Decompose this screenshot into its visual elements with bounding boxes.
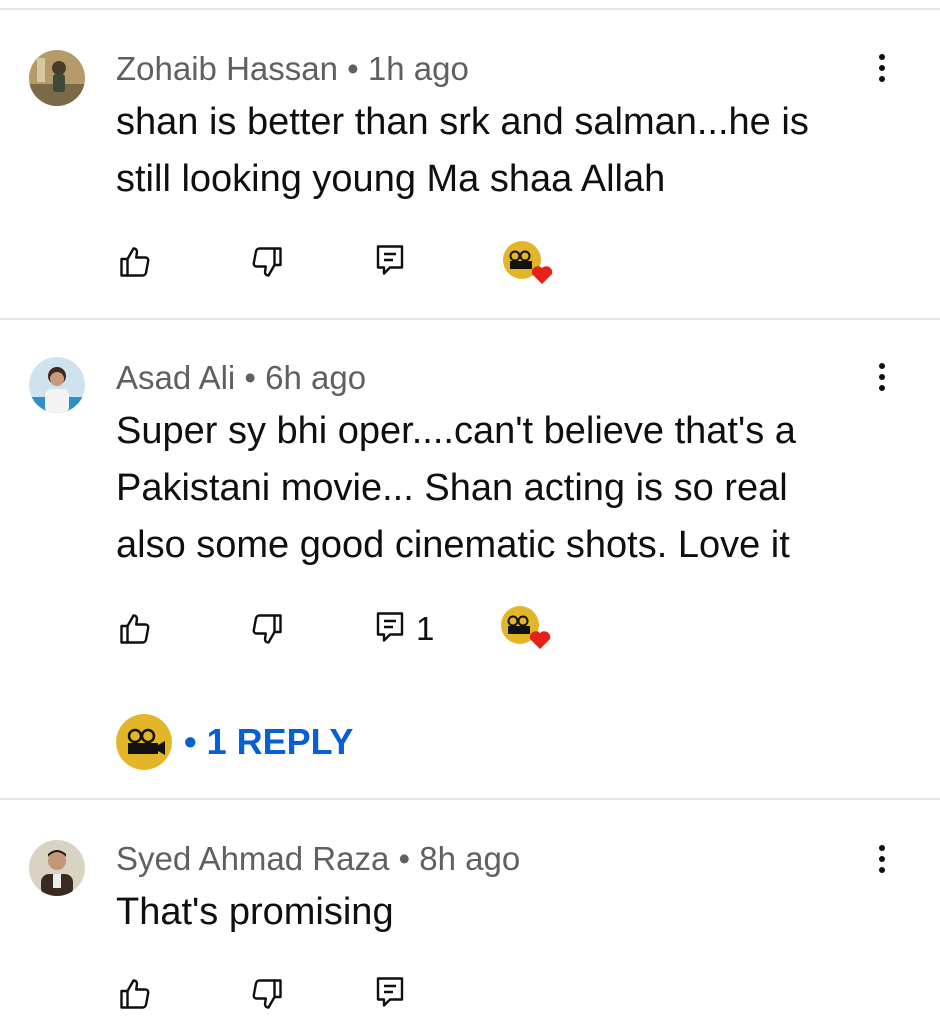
- comment-reply-icon[interactable]: [372, 609, 408, 645]
- comment-text: That's promising: [116, 884, 876, 941]
- comment-line: Super sy bhi oper....can't believe that'…: [116, 410, 796, 452]
- comment-meta: Syed Ahmad Raza • 8h ago: [116, 839, 520, 879]
- creator-heart-icon: [502, 240, 554, 286]
- comment-line: shan is better than srk and salman...he …: [116, 101, 809, 143]
- avatar[interactable]: [29, 50, 85, 106]
- top-divider: [0, 8, 940, 10]
- avatar[interactable]: [29, 357, 85, 413]
- author-name[interactable]: Zohaib Hassan: [116, 50, 338, 87]
- comment-meta: Asad Ali • 6h ago: [116, 358, 366, 398]
- thumb-up-icon[interactable]: [117, 611, 153, 647]
- comment-time: 1h ago: [367, 50, 469, 87]
- creator-heart-icon: [500, 605, 552, 651]
- comment-divider: [0, 798, 940, 800]
- meta-separator: •: [337, 50, 368, 87]
- avatar[interactable]: [29, 840, 85, 896]
- comment-line: also some good cinematic shots. Love it: [116, 524, 790, 566]
- comment-divider: [0, 318, 940, 320]
- thumb-up-icon[interactable]: [117, 244, 153, 280]
- comment-reply-icon[interactable]: [372, 242, 408, 278]
- thumb-down-icon[interactable]: [249, 611, 285, 647]
- author-name[interactable]: Syed Ahmad Raza: [116, 840, 389, 877]
- thumb-down-icon[interactable]: [249, 976, 285, 1012]
- view-replies-button[interactable]: • 1 REPLY: [116, 712, 353, 772]
- comment-reply-icon[interactable]: [372, 974, 408, 1010]
- reply-count: 1: [416, 610, 435, 647]
- comment-line: Pakistani movie... Shan acting is so rea…: [116, 467, 788, 509]
- author-name[interactable]: Asad Ali: [116, 359, 235, 396]
- comment-text: shan is better than srk and salman...he …: [116, 94, 876, 208]
- comment-line: still looking young Ma shaa Allah: [116, 158, 666, 200]
- more-vertical-icon[interactable]: [868, 48, 896, 88]
- more-vertical-icon[interactable]: [868, 357, 896, 397]
- reply-author-avatar: [116, 714, 172, 770]
- comment-time: 6h ago: [265, 359, 367, 396]
- meta-separator: •: [389, 840, 420, 877]
- thumb-down-icon[interactable]: [249, 244, 285, 280]
- comment-text: Super sy bhi oper....can't believe that'…: [116, 403, 876, 574]
- thumb-up-icon[interactable]: [117, 976, 153, 1012]
- meta-separator: •: [235, 359, 266, 396]
- more-vertical-icon[interactable]: [868, 839, 896, 879]
- view-replies-label[interactable]: • 1 REPLY: [184, 721, 353, 763]
- comment-meta: Zohaib Hassan • 1h ago: [116, 49, 469, 89]
- comment-time: 8h ago: [419, 840, 521, 877]
- comment-line: That's promising: [116, 891, 394, 933]
